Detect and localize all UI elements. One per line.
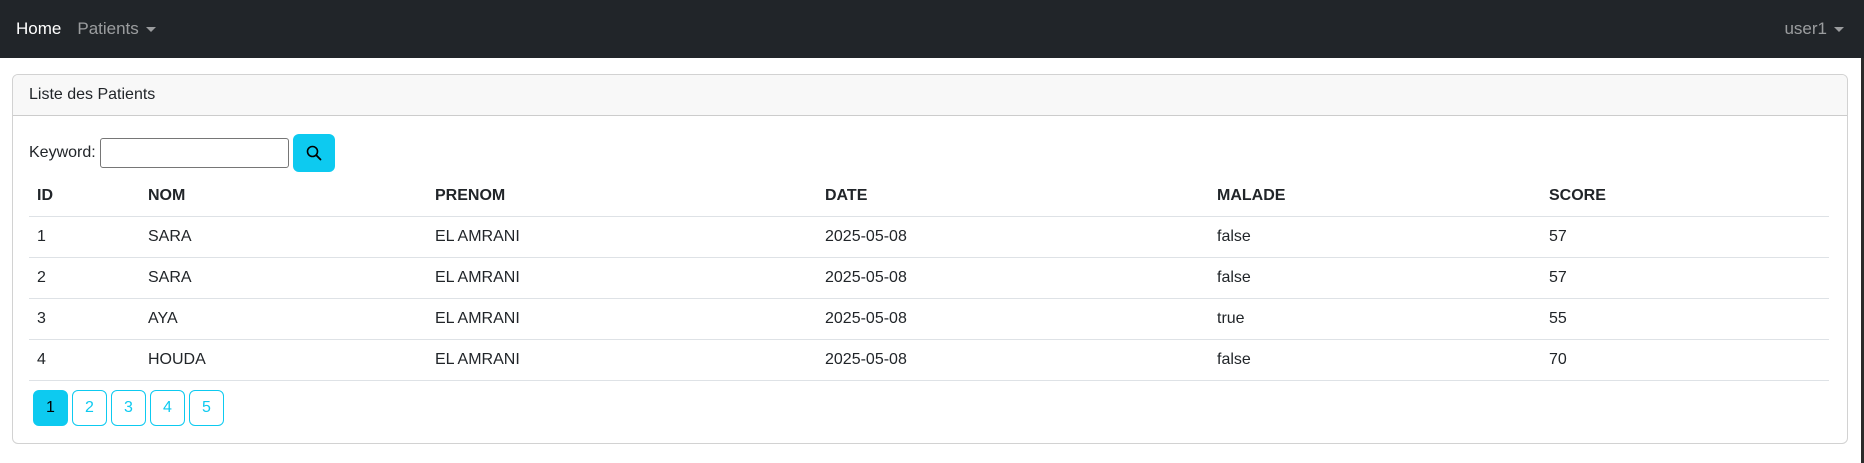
caret-down-icon [145,26,156,32]
user-menu-dropdown[interactable]: user1 [1784,19,1844,39]
page-button-2[interactable]: 2 [72,390,107,426]
card-header: Liste des Patients [13,75,1847,116]
search-icon [306,145,322,161]
cell-id: 1 [29,216,140,258]
table-header-row: ID NOM PRENOM DATE MALADE SCORE [29,176,1829,217]
table-row: 4 HOUDA EL AMRANI 2025-05-08 false 70 [29,339,1829,381]
cell-id: 3 [29,298,140,340]
navbar: Home Patients user1 [0,0,1864,58]
navbar-left: Home Patients [16,0,172,58]
cell-score: 57 [1541,216,1829,258]
table-row: 3 AYA EL AMRANI 2025-05-08 true 55 [29,298,1829,340]
table-row: 2 SARA EL AMRANI 2025-05-08 false 57 [29,257,1829,299]
search-button[interactable] [292,134,335,172]
column-header-id: ID [29,176,140,217]
cell-id: 2 [29,257,140,299]
cell-date: 2025-05-08 [817,216,1209,258]
navbar-right: user1 [1784,0,1844,58]
column-header-score: SCORE [1541,176,1829,217]
nav-patients-dropdown[interactable]: Patients [77,19,156,39]
card-title: Liste des Patients [29,86,156,103]
cell-date: 2025-05-08 [817,257,1209,299]
cell-malade: false [1209,339,1541,381]
search-input[interactable] [99,138,289,168]
table-row: 1 SARA EL AMRANI 2025-05-08 false 57 [29,216,1829,258]
user-menu-label: user1 [1784,19,1827,38]
cell-prenom: EL AMRANI [427,257,817,299]
patients-card: Liste des Patients Keyword: ID NOM PRENO… [12,74,1848,444]
column-header-prenom: PRENOM [427,176,817,217]
cell-prenom: EL AMRANI [427,298,817,340]
page-button-1[interactable]: 1 [33,390,68,426]
page-button-4[interactable]: 4 [150,390,185,426]
cell-prenom: EL AMRANI [427,216,817,258]
cell-malade: false [1209,257,1541,299]
cell-nom: AYA [140,298,427,340]
nav-home-link[interactable]: Home [16,19,61,39]
search-form: Keyword: [29,134,335,172]
search-label: Keyword: [29,144,96,161]
cell-nom: HOUDA [140,339,427,381]
patients-table: ID NOM PRENOM DATE MALADE SCORE 1 SARA E… [29,176,1829,381]
cell-score: 70 [1541,339,1829,381]
cell-nom: SARA [140,216,427,258]
page-button-3[interactable]: 3 [111,390,146,426]
cell-date: 2025-05-08 [817,339,1209,381]
page-button-5[interactable]: 5 [189,390,224,426]
cell-nom: SARA [140,257,427,299]
cell-id: 4 [29,339,140,381]
cell-score: 57 [1541,257,1829,299]
cell-date: 2025-05-08 [817,298,1209,340]
cell-malade: true [1209,298,1541,340]
cell-prenom: EL AMRANI [427,339,817,381]
column-header-date: DATE [817,176,1209,217]
pagination: 1 2 3 4 5 [33,390,228,426]
nav-patients-label: Patients [77,19,139,38]
column-header-nom: NOM [140,176,427,217]
column-header-malade: MALADE [1209,176,1541,217]
caret-down-icon [1834,26,1844,32]
cell-score: 55 [1541,298,1829,340]
cell-malade: false [1209,216,1541,258]
